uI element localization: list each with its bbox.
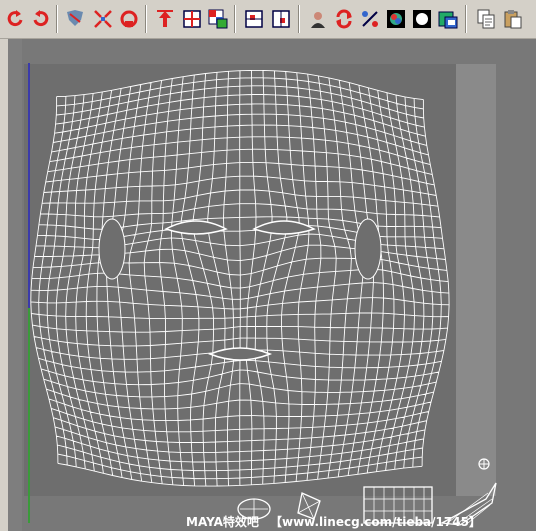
eye-opening [252,220,316,235]
copy-icon[interactable] [473,6,499,32]
watermark-site-name: MAYA特效吧 [186,515,259,529]
v-axis-line [28,63,30,308]
uv-mesh[interactable] [24,64,456,496]
manipulator-handle-icon[interactable] [478,458,490,470]
circle-icon[interactable] [409,6,435,32]
arrow-up-icon[interactable] [152,6,178,32]
uv-edges [30,69,450,487]
snap-in-icon[interactable] [241,6,267,32]
left-ruler [8,39,22,531]
snap-out-icon[interactable] [268,6,294,32]
rotate-right-icon[interactable] [28,6,54,32]
uv-texture-editor-viewport[interactable]: MAYA特效吧 【www.linecg.com/tieba/1745】 [8,39,536,531]
ratio-icon[interactable] [357,6,383,32]
ear-hole [354,218,382,280]
uv-area-shadow [456,64,496,496]
unfold-icon[interactable] [116,6,142,32]
watermark: MAYA特效吧 【www.linecg.com/tieba/1745】 [8,511,536,531]
u-axis-line [28,308,30,523]
toolbar-separator [145,5,147,33]
checker-icon[interactable] [205,6,231,32]
refresh-icon[interactable] [331,6,357,32]
ear-hole [98,218,126,280]
toolbar [0,0,536,39]
texture-icon[interactable] [435,6,461,32]
paste-icon[interactable] [500,6,526,32]
watermark-url: 【www.linecg.com/tieba/1745】 [270,515,481,529]
flip-icon[interactable] [62,6,88,32]
color-wheel-icon[interactable] [383,6,409,32]
toolbar-separator [465,5,467,33]
toolbar-separator [298,5,300,33]
rotate-left-icon[interactable] [2,6,28,32]
grid-icon[interactable] [179,6,205,32]
toolbar-separator [56,5,58,33]
eye-opening [164,220,228,235]
toolbar-separator [234,5,236,33]
cycle-icon[interactable] [90,6,116,32]
portrait-icon[interactable] [305,6,331,32]
